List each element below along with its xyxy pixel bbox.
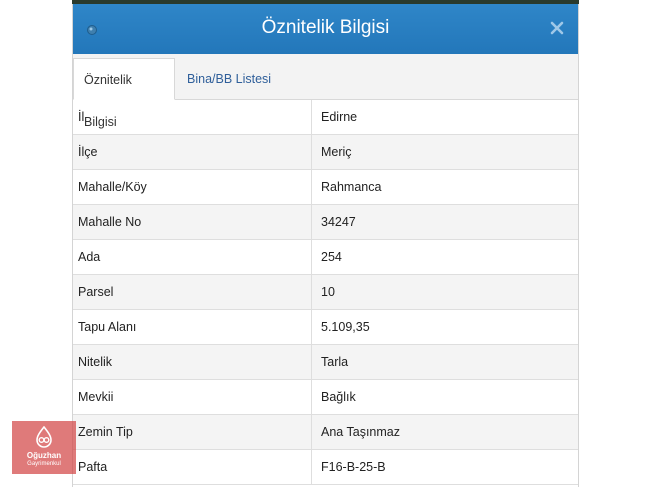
table-row: Parsel 10 <box>73 274 578 310</box>
attribute-key: Nitelik <box>73 344 312 380</box>
attribute-value: 254 <box>311 239 578 275</box>
attribute-key: İl <box>73 100 312 135</box>
attribute-key: Tapu Alanı <box>73 309 312 345</box>
attribute-value: Bağlık <box>311 379 578 415</box>
attribute-dialog: Öznitelik Bilgisi Öznitelik Bilgisi Bina… <box>72 4 579 487</box>
watermark-logo: Oğuzhan Gayrimenkul <box>12 421 76 474</box>
table-row: İl Edirne <box>73 100 578 135</box>
attribute-value: 5.109,35 <box>311 309 578 345</box>
attribute-value: Meriç <box>311 134 578 170</box>
tab-oznitelik-bilgisi[interactable]: Öznitelik Bilgisi <box>73 58 175 129</box>
house-drop-icon <box>36 426 52 448</box>
attribute-value: Ana Taşınmaz <box>311 414 578 450</box>
tab-bar: Öznitelik Bilgisi Bina/BB Listesi <box>73 54 578 129</box>
attribute-key: Ada <box>73 239 312 275</box>
attribute-key: Parsel <box>73 274 312 310</box>
attribute-value: Edirne <box>311 100 578 135</box>
table-row: Mahalle/Köy Rahmanca <box>73 169 578 205</box>
table-row: Pafta F16-B-25-B <box>73 449 578 485</box>
table-row: Ada 254 <box>73 239 578 275</box>
attribute-value: Tarla <box>311 344 578 380</box>
table-row: Tapu Alanı 5.109,35 <box>73 309 578 345</box>
close-icon[interactable] <box>548 19 566 37</box>
attribute-table: İl Edirne İlçe Meriç Mahalle/Köy Rahmanc… <box>73 100 578 485</box>
tab-bina-bb-listesi[interactable]: Bina/BB Listesi <box>177 58 281 100</box>
table-row: Zemin Tip Ana Taşınmaz <box>73 414 578 450</box>
dialog-titlebar: Öznitelik Bilgisi <box>73 4 578 54</box>
dialog-title: Öznitelik Bilgisi <box>261 17 390 38</box>
watermark-subtitle: Gayrimenkul <box>27 461 61 467</box>
table-row: Mahalle No 34247 <box>73 204 578 240</box>
watermark-name: Oğuzhan <box>26 451 62 460</box>
attribute-key: Zemin Tip <box>73 414 312 450</box>
attribute-value: F16-B-25-B <box>311 449 578 485</box>
attribute-key: Mevkii <box>73 379 312 415</box>
attribute-key: Mahalle No <box>73 204 312 240</box>
attribute-value: 34247 <box>311 204 578 240</box>
table-row: Nitelik Tarla <box>73 344 578 380</box>
attribute-value: 10 <box>311 274 578 310</box>
attribute-key: Pafta <box>73 449 312 485</box>
attribute-key: İlçe <box>73 134 312 170</box>
attribute-value: Rahmanca <box>311 169 578 205</box>
table-row: İlçe Meriç <box>73 134 578 170</box>
attribute-key: Mahalle/Köy <box>73 169 312 205</box>
table-row: Mevkii Bağlık <box>73 379 578 415</box>
